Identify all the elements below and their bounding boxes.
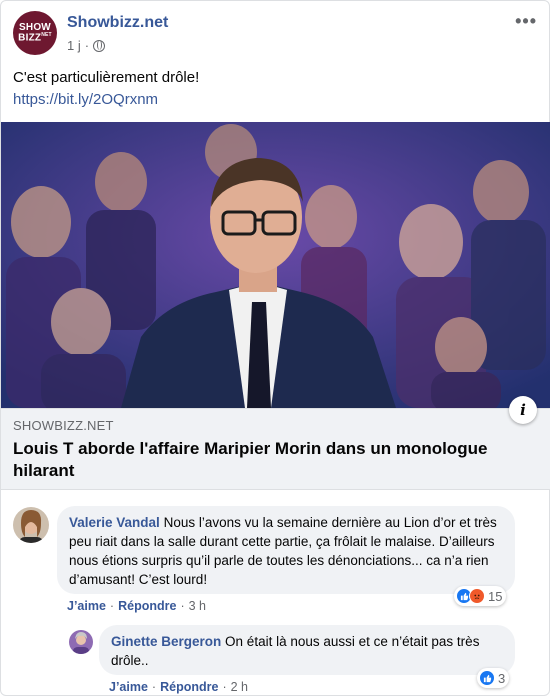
comment-bubble: Valerie Vandal Nous l’avons vu la semain… bbox=[57, 506, 515, 594]
angry-icon bbox=[469, 588, 485, 604]
reply-actions: J’aime · Répondre · 2 h bbox=[109, 680, 248, 694]
preview-domain: SHOWBIZZ.NET bbox=[13, 418, 114, 433]
preview-headline[interactable]: Louis T aborde l'affaire Maripier Morin … bbox=[13, 438, 533, 482]
reaction-count: 3 bbox=[498, 670, 506, 686]
facebook-post-card: SHOW BIZZNET Showbizz.net 1 j · ••• C'es… bbox=[0, 0, 550, 696]
comment-time[interactable]: 3 h bbox=[189, 599, 206, 613]
post-link[interactable]: https://bit.ly/2OQrxnm bbox=[13, 89, 158, 111]
reply-author[interactable]: Ginette Bergeron bbox=[111, 634, 221, 649]
globe-icon bbox=[93, 39, 106, 52]
reply-time[interactable]: 2 h bbox=[231, 680, 248, 694]
commenter-avatar[interactable] bbox=[13, 507, 49, 543]
reply-bubble: Ginette Bergeron On était là nous aussi … bbox=[99, 625, 515, 675]
studio-photo-illustration bbox=[1, 122, 550, 408]
reaction-count: 15 bbox=[488, 588, 503, 604]
like-icon bbox=[479, 670, 495, 686]
page-avatar[interactable]: SHOW BIZZNET bbox=[13, 11, 57, 55]
like-comment-button[interactable]: J’aime bbox=[67, 599, 106, 613]
article-image[interactable] bbox=[1, 122, 550, 408]
page-name-link[interactable]: Showbizz.net bbox=[67, 14, 168, 32]
reply-reactions[interactable]: 3 bbox=[477, 668, 510, 688]
post-meta: 1 j · bbox=[67, 38, 106, 53]
like-reply-button[interactable]: J’aime bbox=[109, 680, 148, 694]
meta-separator: · bbox=[84, 38, 90, 53]
avatar-text-line2: BIZZNET bbox=[18, 31, 52, 44]
link-preview[interactable]: i SHOWBIZZ.NET Louis T aborde l'affaire … bbox=[1, 396, 550, 490]
reply-to-reply-button[interactable]: Répondre bbox=[160, 680, 218, 694]
post-text: C'est particulièrement drôle! bbox=[13, 69, 200, 86]
info-icon[interactable]: i bbox=[509, 396, 537, 424]
reply-avatar[interactable] bbox=[69, 630, 93, 654]
post-header: SHOW BIZZNET Showbizz.net 1 j · ••• bbox=[13, 11, 539, 59]
comment-actions: J’aime · Répondre · 3 h bbox=[67, 599, 206, 613]
post-time[interactable]: 1 j bbox=[67, 38, 81, 53]
more-options-icon[interactable]: ••• bbox=[515, 11, 537, 32]
comment-author[interactable]: Valerie Vandal bbox=[69, 515, 160, 530]
comment-reactions[interactable]: 15 bbox=[454, 586, 507, 606]
reply-button[interactable]: Répondre bbox=[118, 599, 176, 613]
